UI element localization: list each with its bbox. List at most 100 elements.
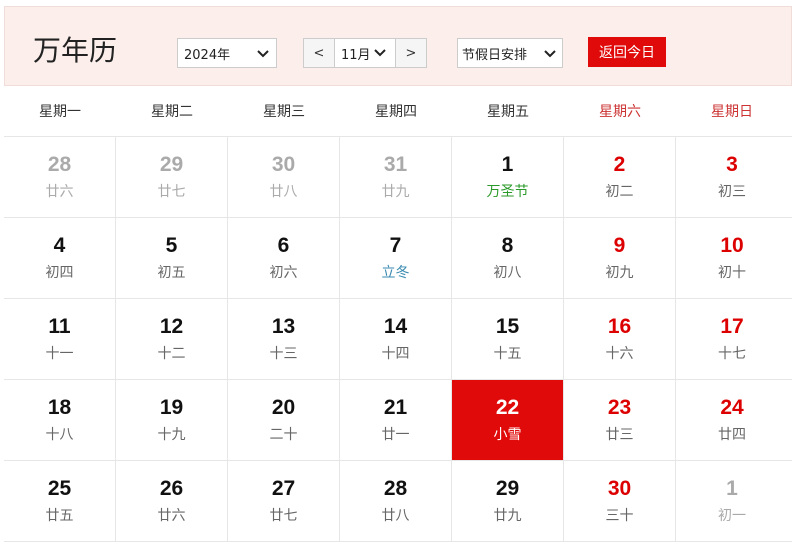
- lunar-date: 初五: [157, 265, 186, 281]
- day-number: 27: [271, 477, 296, 500]
- day-cell[interactable]: 9 初九: [564, 218, 676, 298]
- day-cell[interactable]: 7 立冬: [340, 218, 452, 298]
- day-number: 7: [389, 234, 402, 257]
- lunar-date: 小雪: [493, 427, 522, 443]
- lunar-date: 初十: [718, 265, 746, 281]
- day-number: 22: [495, 396, 520, 419]
- day-cell[interactable]: 13 十三: [228, 299, 340, 379]
- lunar-date: 廿七: [157, 184, 186, 200]
- day-number: 9: [613, 234, 626, 257]
- lunar-date: 廿六: [157, 508, 186, 524]
- day-cell[interactable]: 5 初五: [116, 218, 228, 298]
- day-cell[interactable]: 19 十九: [116, 380, 228, 460]
- day-cell[interactable]: 16 十六: [564, 299, 676, 379]
- day-cell[interactable]: 15 十五: [452, 299, 564, 379]
- day-cell[interactable]: 30 三十: [564, 461, 676, 541]
- lunar-date: 初四: [45, 265, 74, 281]
- day-number: 28: [47, 153, 72, 176]
- day-number: 23: [607, 396, 632, 419]
- lunar-date: 廿八: [381, 508, 410, 524]
- calendar-week-row: 25 廿五 26 廿六 27 廿七 28 廿八 29 廿九 30 三十 1 初一: [4, 461, 792, 542]
- back-to-today-button[interactable]: 返回今日: [588, 37, 666, 67]
- day-number: 12: [159, 315, 184, 338]
- holiday-select[interactable]: 节假日安排: [457, 38, 563, 68]
- day-cell[interactable]: 4 初四: [4, 218, 116, 298]
- prev-month-button[interactable]: <: [304, 46, 334, 61]
- weekday-label: 星期三: [263, 104, 305, 120]
- chevron-down-icon: [544, 50, 556, 58]
- lunar-date: 十六: [605, 346, 634, 362]
- day-number: 2: [613, 153, 626, 176]
- month-select[interactable]: 11月: [334, 39, 396, 67]
- day-number: 8: [501, 234, 514, 257]
- calendar-week-row: 4 初四 5 初五 6 初六 7 立冬 8 初八 9 初九 10 初十: [4, 218, 792, 299]
- day-cell[interactable]: 1 万圣节: [452, 137, 564, 217]
- lunar-date: 廿七: [269, 508, 298, 524]
- day-cell[interactable]: 29 廿七: [116, 137, 228, 217]
- day-number: 20: [271, 396, 296, 419]
- lunar-date: 廿一: [381, 427, 410, 443]
- day-cell[interactable]: 31 廿九: [340, 137, 452, 217]
- day-number: 3: [726, 153, 738, 176]
- day-cell[interactable]: 18 十八: [4, 380, 116, 460]
- lunar-date: 廿三: [605, 427, 634, 443]
- lunar-date: 十九: [157, 427, 186, 443]
- day-cell[interactable]: 24 廿四: [676, 380, 788, 460]
- calendar-title: 万年历: [33, 34, 118, 67]
- day-cell[interactable]: 30 廿八: [228, 137, 340, 217]
- day-number: 1: [501, 153, 514, 176]
- next-month-button[interactable]: >: [396, 46, 426, 61]
- day-number: 15: [495, 315, 520, 338]
- day-cell[interactable]: 17 十七: [676, 299, 788, 379]
- year-value: 2024年: [184, 47, 231, 63]
- day-cell[interactable]: 29 廿九: [452, 461, 564, 541]
- lunar-date: 十二: [157, 346, 186, 362]
- lunar-date: 十七: [718, 346, 746, 362]
- calendar-header: 万年历 2024年 < 11月 > 节假日安排 返回今日: [4, 6, 792, 86]
- lunar-date: 初一: [718, 508, 746, 524]
- lunar-date: 廿五: [45, 508, 74, 524]
- day-number: 4: [53, 234, 66, 257]
- day-number: 14: [383, 315, 408, 338]
- day-cell[interactable]: 11 十一: [4, 299, 116, 379]
- weekday-label: 星期二: [151, 104, 193, 120]
- day-cell[interactable]: 8 初八: [452, 218, 564, 298]
- lunar-date: 廿四: [718, 427, 746, 443]
- weekday-label: 星期五: [487, 104, 529, 120]
- lunar-date: 二十: [269, 427, 298, 443]
- lunar-date: 廿八: [269, 184, 298, 200]
- calendar-week-row: 28 廿六 29 廿七 30 廿八 31 廿九 1 万圣节 2 初二 3 初三: [4, 137, 792, 218]
- lunar-date: 初三: [718, 184, 746, 200]
- day-cell[interactable]: 25 廿五: [4, 461, 116, 541]
- day-cell[interactable]: 1 初一: [676, 461, 788, 541]
- day-cell[interactable]: 27 廿七: [228, 461, 340, 541]
- day-cell[interactable]: 6 初六: [228, 218, 340, 298]
- day-number: 6: [277, 234, 290, 257]
- day-cell[interactable]: 14 十四: [340, 299, 452, 379]
- weekday-label: 星期四: [375, 104, 417, 120]
- day-cell[interactable]: 21 廿一: [340, 380, 452, 460]
- lunar-date: 廿九: [381, 184, 410, 200]
- day-cell-today[interactable]: 22 小雪: [452, 380, 564, 460]
- day-number: 5: [165, 234, 178, 257]
- weekday-label: 星期六: [599, 104, 641, 120]
- lunar-date: 廿九: [493, 508, 522, 524]
- day-number: 17: [720, 315, 744, 338]
- lunar-date: 初九: [605, 265, 634, 281]
- day-cell[interactable]: 10 初十: [676, 218, 788, 298]
- day-cell[interactable]: 28 廿六: [4, 137, 116, 217]
- day-number: 29: [159, 153, 184, 176]
- day-number: 1: [726, 477, 738, 500]
- day-cell[interactable]: 23 廿三: [564, 380, 676, 460]
- solar-term-label: 立冬: [381, 265, 410, 281]
- day-cell[interactable]: 26 廿六: [116, 461, 228, 541]
- day-cell[interactable]: 3 初三: [676, 137, 788, 217]
- calendar-week-row: 11 十一 12 十二 13 十三 14 十四 15 十五 16 十六 17 十七: [4, 299, 792, 380]
- year-select[interactable]: 2024年: [177, 38, 277, 68]
- day-number: 24: [720, 396, 744, 419]
- lunar-date: 十四: [381, 346, 410, 362]
- day-cell[interactable]: 28 廿八: [340, 461, 452, 541]
- day-cell[interactable]: 2 初二: [564, 137, 676, 217]
- day-cell[interactable]: 20 二十: [228, 380, 340, 460]
- day-cell[interactable]: 12 十二: [116, 299, 228, 379]
